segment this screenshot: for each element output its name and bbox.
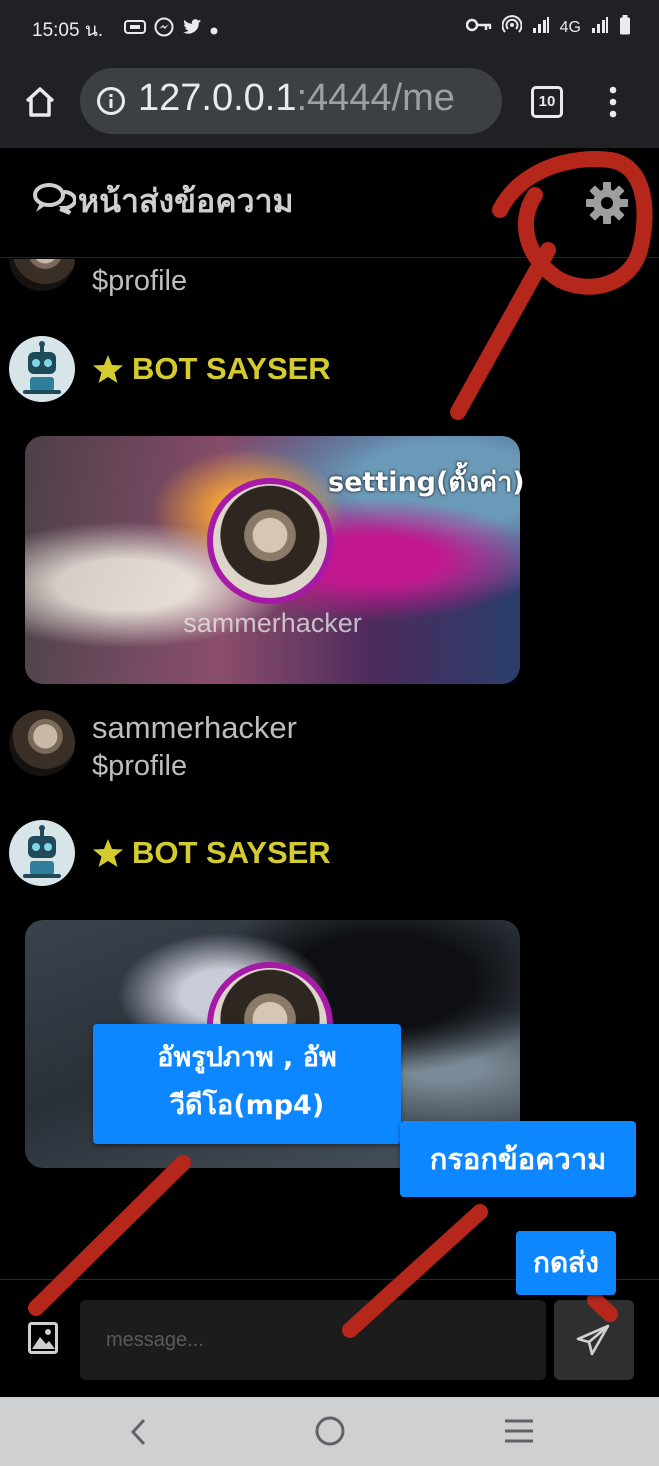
back-icon[interactable] bbox=[124, 1415, 154, 1449]
card-username: sammerhacker bbox=[183, 608, 362, 638]
annotation-setting: setting(ตั้งค่า) bbox=[328, 467, 525, 498]
bot-avatar[interactable] bbox=[9, 336, 75, 402]
key-icon bbox=[465, 18, 492, 37]
battery-icon bbox=[619, 15, 631, 40]
info-icon[interactable] bbox=[96, 86, 126, 116]
annotation-upload-line1: อัพรูปภาพ , อัพ bbox=[157, 1042, 337, 1073]
twitter-icon bbox=[182, 18, 202, 40]
hotspot-icon bbox=[501, 15, 523, 40]
bot-name-label: BOT SAYSER bbox=[132, 351, 331, 386]
tab-switcher-button[interactable]: 10 bbox=[531, 86, 563, 118]
dot-icon bbox=[210, 20, 218, 39]
annotation-type-message: กรอกข้อความ bbox=[400, 1121, 636, 1197]
url-host: 127.0.0.1 bbox=[138, 77, 297, 119]
page-title: หน้าส่งข้อความ bbox=[78, 182, 294, 220]
star-icon bbox=[93, 355, 123, 383]
chat-icon bbox=[32, 182, 77, 216]
sim-icon bbox=[124, 19, 146, 39]
menu-icon[interactable] bbox=[600, 84, 626, 120]
url-path: :4444/me bbox=[296, 77, 455, 119]
status-time: 15:05 น. bbox=[32, 20, 104, 41]
url-text: 127.0.0.1:4444/me bbox=[138, 77, 455, 120]
url-fade bbox=[452, 68, 502, 134]
bot-name-label: BOT SAYSER bbox=[132, 835, 331, 870]
signal-icon-2 bbox=[591, 16, 609, 39]
user-name: sammerhacker bbox=[92, 710, 297, 745]
status-bar: 15:05 น. 4G bbox=[0, 0, 659, 56]
browser-toolbar: 127.0.0.1:4444/me 10 bbox=[0, 56, 659, 148]
bot-name: BOT SAYSER bbox=[92, 351, 331, 387]
app-header: หน้าส่งข้อความ bbox=[0, 148, 659, 258]
signal-icon bbox=[532, 16, 550, 39]
status-right: 4G bbox=[465, 15, 631, 40]
message-input[interactable] bbox=[80, 1300, 546, 1380]
network-type: 4G bbox=[559, 18, 581, 36]
send-button[interactable] bbox=[554, 1300, 634, 1380]
annotation-upload: อัพรูปภาพ , อัพ วีดีโอ(mp4) bbox=[93, 1024, 401, 1144]
user-status: $profile bbox=[92, 265, 188, 297]
annotation-send: กดส่ง bbox=[516, 1231, 616, 1295]
send-icon bbox=[576, 1324, 610, 1356]
avatar[interactable] bbox=[9, 259, 75, 291]
user-status: $profile bbox=[92, 750, 188, 782]
messenger-icon bbox=[154, 17, 174, 41]
bot-avatar[interactable] bbox=[9, 820, 75, 886]
home-nav-icon[interactable] bbox=[314, 1415, 346, 1447]
address-bar[interactable]: 127.0.0.1:4444/me bbox=[80, 68, 502, 134]
notification-icons bbox=[124, 17, 218, 41]
composer bbox=[0, 1279, 659, 1397]
card-avatar bbox=[207, 478, 333, 604]
bot-name: BOT SAYSER bbox=[92, 835, 331, 871]
recents-icon[interactable] bbox=[504, 1418, 534, 1444]
star-icon bbox=[93, 839, 123, 867]
avatar[interactable] bbox=[9, 710, 75, 776]
home-icon[interactable] bbox=[22, 84, 58, 120]
gear-icon[interactable] bbox=[584, 180, 630, 226]
system-nav-bar bbox=[0, 1397, 659, 1466]
image-upload-icon[interactable] bbox=[28, 1322, 58, 1354]
annotation-upload-line2: วีดีโอ(mp4) bbox=[169, 1090, 325, 1121]
